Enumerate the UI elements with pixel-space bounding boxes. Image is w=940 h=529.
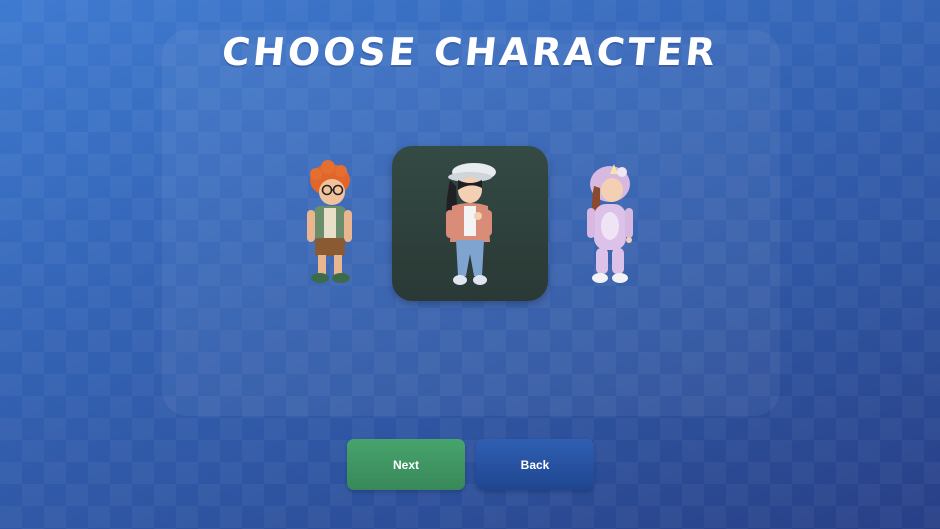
unicorn-girl-character-icon bbox=[587, 164, 633, 283]
girl-character-icon bbox=[446, 163, 496, 285]
character-option-girl-selected[interactable] bbox=[392, 146, 548, 301]
character-option-boy[interactable] bbox=[296, 160, 366, 288]
back-button[interactable]: Back bbox=[476, 439, 594, 490]
screen-title: CHOOSE CHARACTER bbox=[219, 30, 721, 74]
character-option-unicorn-girl[interactable] bbox=[578, 162, 644, 288]
boy-character-icon bbox=[307, 160, 352, 283]
next-button[interactable]: Next bbox=[347, 439, 465, 490]
